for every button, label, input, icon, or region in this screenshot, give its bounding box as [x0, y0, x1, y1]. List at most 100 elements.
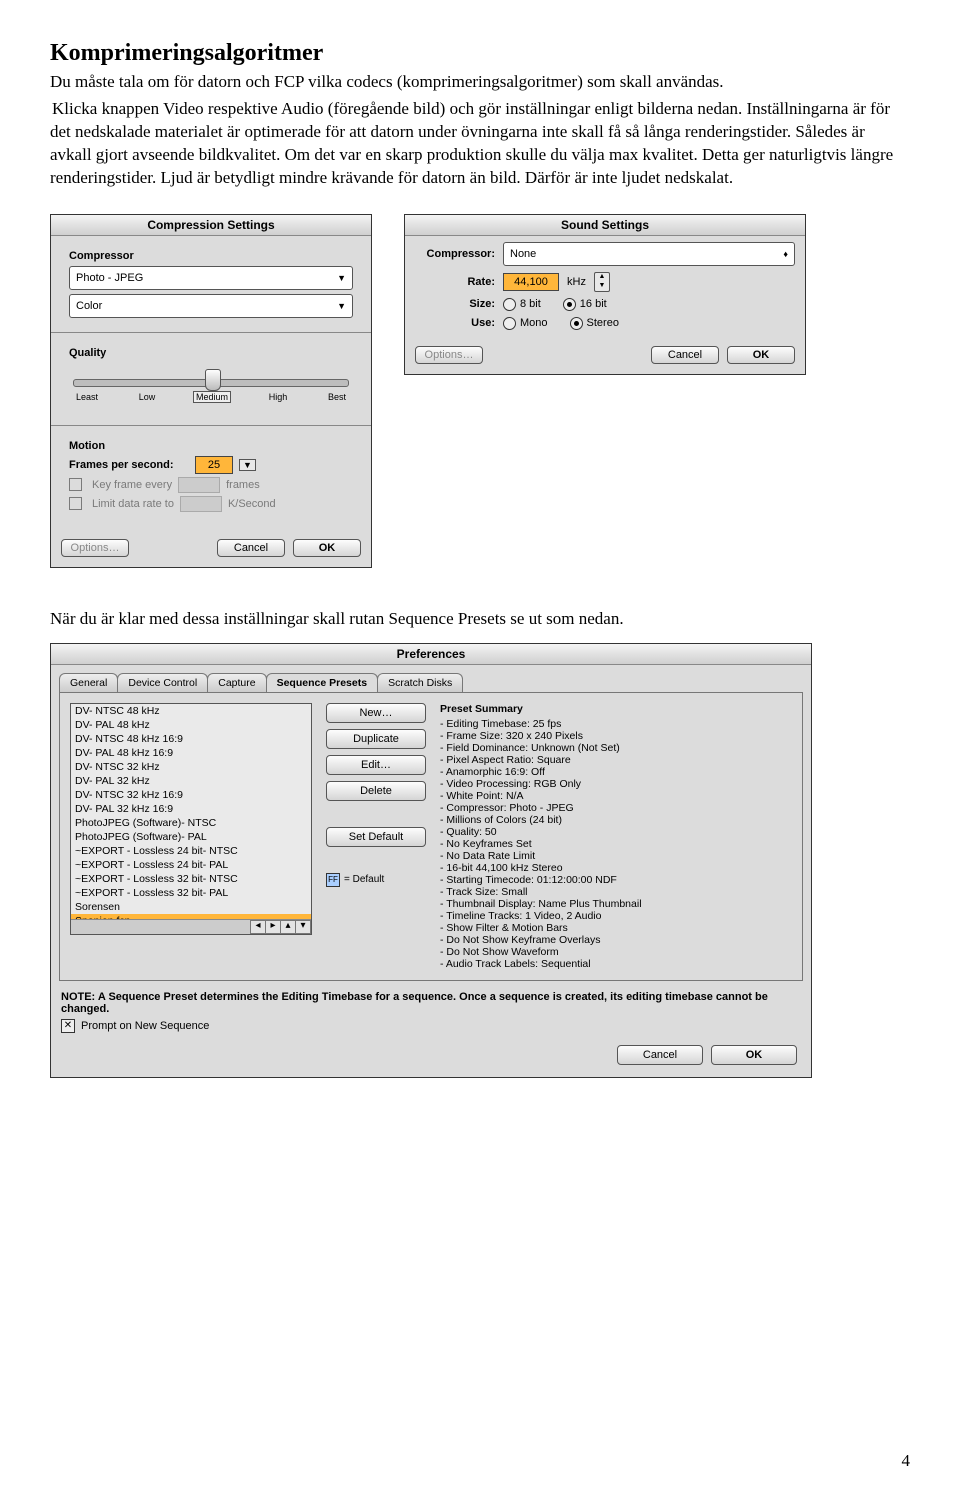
use-stereo-radio[interactable]: Stereo — [570, 317, 619, 330]
chevron-down-icon: ▼ — [337, 273, 346, 283]
preset-list-item[interactable]: DV- NTSC 32 kHz 16:9 — [71, 788, 311, 802]
scroll-down-icon[interactable]: ▾ — [295, 920, 311, 934]
preset-list-item[interactable]: DV- PAL 48 kHz — [71, 718, 311, 732]
radio-icon — [570, 317, 583, 330]
preset-list-item[interactable]: DV- PAL 32 kHz — [71, 774, 311, 788]
size-16bit-label: 16 bit — [580, 298, 607, 310]
set-default-button[interactable]: Set Default — [326, 827, 426, 847]
preset-list-item[interactable]: DV- PAL 48 kHz 16:9 — [71, 746, 311, 760]
instruction-text: Klicka knappen Video respektive Audio (f… — [50, 99, 893, 187]
tick-best: Best — [325, 391, 349, 403]
preset-list-item[interactable]: Sorensen — [71, 900, 311, 914]
sound-titlebar: Sound Settings — [405, 215, 805, 236]
preset-list-item[interactable]: DV- NTSC 32 kHz — [71, 760, 311, 774]
summary-line: - Show Filter & Motion Bars — [440, 922, 792, 934]
scroll-up-icon[interactable]: ▴ — [280, 920, 296, 934]
summary-line: - 16-bit 44,100 kHz Stereo — [440, 862, 792, 874]
keyframe-unit: frames — [226, 479, 260, 491]
tab-sequence-presets[interactable]: Sequence Presets — [266, 673, 378, 692]
preset-list-item[interactable]: ~EXPORT - Lossless 32 bit- NTSC — [71, 872, 311, 886]
summary-line: - Frame Size: 320 x 240 Pixels — [440, 730, 792, 742]
use-label: Use: — [415, 317, 495, 329]
divider — [51, 332, 371, 333]
preset-list-item[interactable]: ~EXPORT - Lossless 24 bit- PAL — [71, 858, 311, 872]
prompt-label: Prompt on New Sequence — [81, 1020, 209, 1032]
compression-titlebar: Compression Settings — [51, 215, 371, 236]
sound-compressor-value: None — [510, 248, 536, 260]
compression-buttons: Options… Cancel OK — [51, 529, 371, 567]
preset-list-item[interactable]: DV- NTSC 48 kHz — [71, 704, 311, 718]
options-button[interactable]: Options… — [61, 539, 129, 557]
list-scrollbar[interactable]: ◂ ▸ ▴ ▾ — [71, 919, 311, 934]
summary-line: - Track Size: Small — [440, 886, 792, 898]
preset-list-item[interactable]: ~EXPORT - Lossless 24 bit- NTSC — [71, 844, 311, 858]
cancel-button[interactable]: Cancel — [651, 346, 719, 364]
summary-line: - White Point: N/A — [440, 790, 792, 802]
summary-line: - Audio Track Labels: Sequential — [440, 958, 792, 970]
summary-line: - Editing Timebase: 25 fps — [440, 718, 792, 730]
size-8bit-radio[interactable]: 8 bit — [503, 298, 541, 311]
summary-line: - Compressor: Photo - JPEG — [440, 802, 792, 814]
cancel-button[interactable]: Cancel — [217, 539, 285, 557]
fps-label: Frames per second: — [69, 459, 189, 471]
preset-list[interactable]: DV- NTSC 48 kHzDV- PAL 48 kHzDV- NTSC 48… — [70, 703, 312, 935]
preset-list-item[interactable]: PhotoJPEG (Software)- PAL — [71, 830, 311, 844]
preset-list-item[interactable]: ~EXPORT - Lossless 32 bit- PAL — [71, 886, 311, 900]
options-button[interactable]: Options… — [415, 346, 483, 364]
fps-input[interactable]: 25 — [195, 456, 233, 474]
quality-slider[interactable]: Least Low Medium High Best — [73, 369, 349, 409]
delete-button[interactable]: Delete — [326, 781, 426, 801]
depth-dropdown[interactable]: Color ▼ — [69, 294, 353, 318]
datarate-input — [180, 496, 222, 512]
prompt-checkbox[interactable]: ✕ — [61, 1019, 75, 1033]
tick-medium: Medium — [193, 391, 231, 403]
radio-icon — [503, 298, 516, 311]
fps-dropdown-arrow[interactable]: ▼ — [239, 459, 256, 471]
summary-line: - Field Dominance: Unknown (Not Set) — [440, 742, 792, 754]
summary-line: - Video Processing: RGB Only — [440, 778, 792, 790]
use-mono-radio[interactable]: Mono — [503, 317, 548, 330]
preferences-button-bar: Cancel OK — [51, 1033, 811, 1077]
preset-button-column: New… Duplicate Edit… Delete Set Default … — [326, 703, 426, 970]
preset-list-item[interactable]: DV- PAL 32 kHz 16:9 — [71, 802, 311, 816]
summary-line: - Starting Timecode: 01:12:00:00 NDF — [440, 874, 792, 886]
rate-stepper[interactable]: ▲▼ — [594, 272, 610, 292]
slider-thumb[interactable] — [205, 369, 221, 391]
codec-dropdown[interactable]: Photo - JPEG ▼ — [69, 266, 353, 290]
summary-line: - No Keyframes Set — [440, 838, 792, 850]
ok-button[interactable]: OK — [727, 346, 795, 364]
preset-list-item[interactable]: DV- NTSC 48 kHz 16:9 — [71, 732, 311, 746]
preferences-note: NOTE: A Sequence Preset determines the E… — [61, 991, 801, 1015]
ok-button[interactable]: OK — [711, 1045, 797, 1065]
size-8bit-label: 8 bit — [520, 298, 541, 310]
datarate-checkbox[interactable] — [69, 497, 82, 510]
new-button[interactable]: New… — [326, 703, 426, 723]
rate-input[interactable]: 44,100 — [503, 273, 559, 291]
keyframe-checkbox[interactable] — [69, 478, 82, 491]
edit-button[interactable]: Edit… — [326, 755, 426, 775]
scroll-right-icon[interactable]: ▸ — [265, 920, 281, 934]
tab-scratch-disks[interactable]: Scratch Disks — [377, 673, 463, 692]
default-legend-text: = Default — [344, 874, 384, 885]
sound-compressor-dropdown[interactable]: None ♦ — [503, 242, 795, 266]
preset-list-item[interactable]: PhotoJPEG (Software)- NTSC — [71, 816, 311, 830]
tab-device-control[interactable]: Device Control — [117, 673, 208, 692]
tab-capture[interactable]: Capture — [207, 673, 266, 692]
tab-general[interactable]: General — [59, 673, 118, 692]
tick-least: Least — [73, 391, 101, 403]
closing-para: När du är klar med dessa inställningar s… — [50, 608, 910, 631]
summary-line: - Thumbnail Display: Name Plus Thumbnail — [440, 898, 792, 910]
size-16bit-radio[interactable]: 16 bit — [563, 298, 607, 311]
codec-value: Photo - JPEG — [76, 272, 143, 284]
cancel-button[interactable]: Cancel — [617, 1045, 703, 1065]
motion-group: Motion Frames per second: 25 ▼ Key frame… — [61, 434, 361, 521]
compressor-group-label: Compressor — [69, 250, 353, 262]
compression-settings-panel: Compression Settings Compressor Photo - … — [50, 214, 372, 568]
tick-high: High — [266, 391, 291, 403]
scroll-left-icon[interactable]: ◂ — [250, 920, 266, 934]
duplicate-button[interactable]: Duplicate — [326, 729, 426, 749]
summary-line: - Millions of Colors (24 bit) — [440, 814, 792, 826]
ok-button[interactable]: OK — [293, 539, 361, 557]
quality-group-label: Quality — [69, 347, 353, 359]
preset-summary-heading: Preset Summary — [440, 703, 792, 715]
